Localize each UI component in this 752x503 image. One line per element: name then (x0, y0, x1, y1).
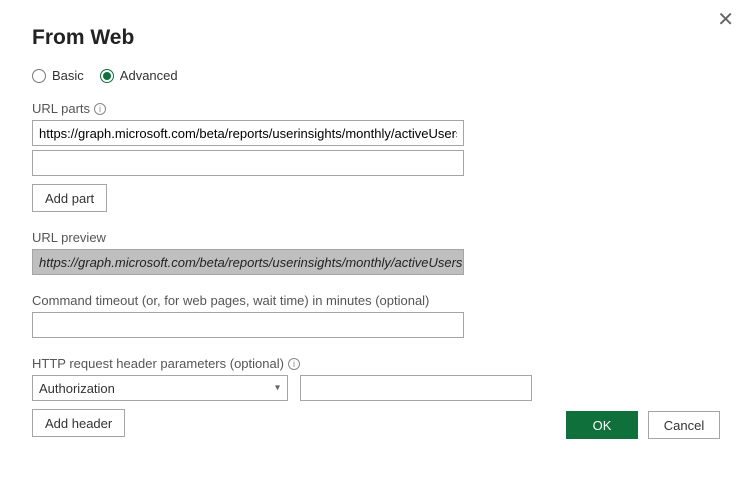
dialog-title: From Web (32, 26, 720, 50)
cancel-button[interactable]: Cancel (648, 411, 720, 439)
url-preview-label: URL preview (32, 230, 720, 245)
ok-button[interactable]: OK (566, 411, 638, 439)
header-row: Authorization ▾ (32, 375, 720, 401)
header-name-value: Authorization (39, 381, 115, 396)
info-icon[interactable]: i (94, 103, 106, 115)
url-preview-box: https://graph.microsoft.com/beta/reports… (32, 249, 464, 275)
basic-radio[interactable]: Basic (32, 68, 84, 83)
radio-dot-icon (103, 72, 111, 80)
radio-icon (100, 69, 114, 83)
from-web-dialog: ✕ From Web Basic Advanced URL parts i Ad… (0, 0, 752, 457)
command-timeout-input[interactable] (32, 312, 464, 338)
command-timeout-label: Command timeout (or, for web pages, wait… (32, 293, 720, 308)
close-icon[interactable]: ✕ (717, 10, 734, 30)
add-header-button[interactable]: Add header (32, 409, 125, 437)
url-part-input-2[interactable] (32, 150, 464, 176)
info-icon[interactable]: i (288, 358, 300, 370)
dialog-footer: OK Cancel (566, 411, 720, 439)
url-part-input-1[interactable] (32, 120, 464, 146)
header-value-input[interactable] (300, 375, 532, 401)
radio-icon (32, 69, 46, 83)
url-parts-label: URL parts i (32, 101, 720, 116)
advanced-radio-label: Advanced (120, 68, 178, 83)
add-part-button[interactable]: Add part (32, 184, 107, 212)
advanced-radio[interactable]: Advanced (100, 68, 178, 83)
url-parts-stack (32, 120, 720, 176)
http-headers-label: HTTP request header parameters (optional… (32, 356, 720, 371)
mode-radio-group: Basic Advanced (32, 68, 720, 83)
basic-radio-label: Basic (52, 68, 84, 83)
header-name-select[interactable]: Authorization ▾ (32, 375, 288, 401)
